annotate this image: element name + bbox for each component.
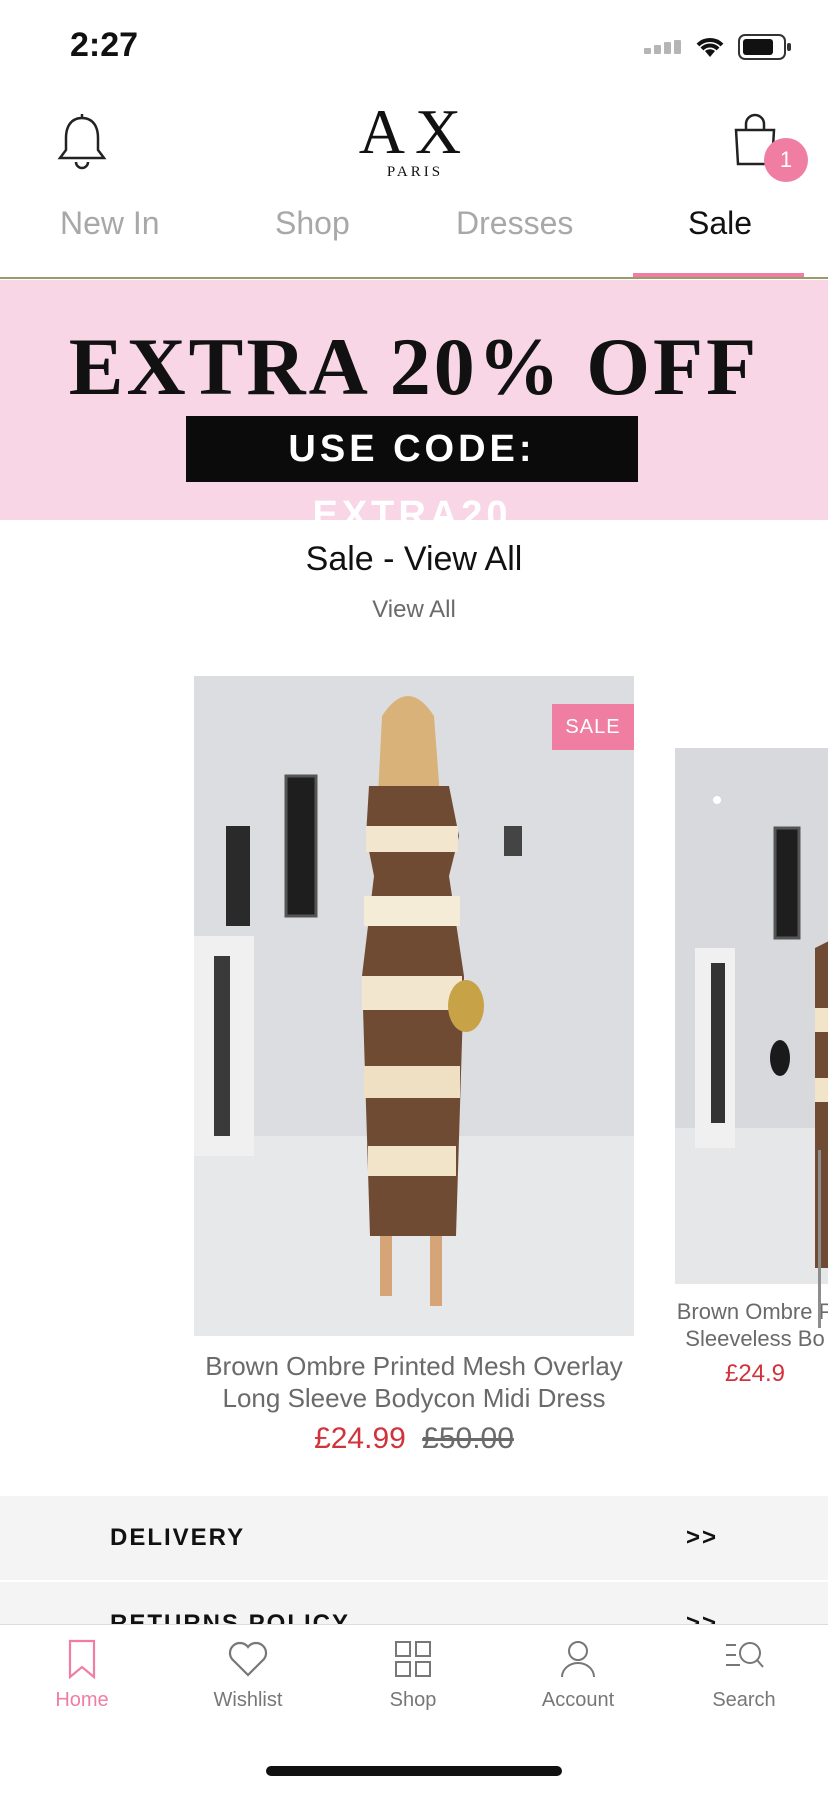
cart-count-badge: 1 (764, 138, 808, 182)
product-photo (194, 676, 634, 1336)
product-name-2[interactable]: Brown Ombre P Sleeveless Bo (675, 1298, 828, 1352)
active-tab-indicator (633, 273, 804, 277)
product-name-line-1: Brown Ombre Printed Mesh Overlay (205, 1351, 623, 1381)
home-indicator (266, 1766, 562, 1776)
promo-banner[interactable]: EXTRA 20% OFF USE CODE: EXTRA20 (0, 280, 828, 536)
status-icons (644, 34, 792, 60)
signal-icon (644, 40, 681, 54)
sale-badge: SALE (552, 704, 634, 750)
tab-new-in[interactable]: New In (60, 205, 160, 242)
nav-search[interactable]: Search (679, 1637, 809, 1712)
sale-price: £24.99 (314, 1422, 406, 1455)
tabs-divider (0, 277, 828, 279)
product-image-2[interactable] (675, 748, 828, 1284)
nav-wishlist[interactable]: Wishlist (183, 1637, 313, 1712)
product-price-2: £24.9 (724, 1360, 786, 1387)
wifi-icon (696, 38, 724, 57)
user-icon (561, 1641, 595, 1678)
logo-main: AX (358, 96, 472, 167)
section-title: Sale - View All (305, 540, 523, 578)
product-photo-2 (675, 748, 828, 1284)
tab-shop[interactable]: Shop (275, 205, 350, 242)
category-tabs: New In Shop Dresses Sale (0, 205, 828, 277)
promo-headline: EXTRA 20% OFF (68, 321, 760, 412)
product-price: £24.99 £50.00 (194, 1422, 634, 1456)
nav-shop-label: Shop (389, 1689, 437, 1711)
nav-account[interactable]: Account (513, 1637, 643, 1712)
tab-sale[interactable]: Sale (688, 205, 752, 242)
notifications-button[interactable] (56, 112, 108, 172)
product-name-line-2: Long Sleeve Bodycon Midi Dress (222, 1383, 606, 1413)
nav-search-label: Search (712, 1689, 776, 1711)
nav-home[interactable]: Home (17, 1637, 147, 1712)
search-list-icon (726, 1642, 764, 1668)
nav-wishlist-label: Wishlist (213, 1689, 283, 1711)
delivery-arrow: >> (685, 1524, 718, 1551)
nav-home-label: Home (55, 1689, 109, 1711)
promo-code: USE CODE: EXTRA20 (186, 416, 638, 536)
bookmark-icon (68, 1639, 96, 1680)
heart-icon (228, 1641, 268, 1677)
product-image[interactable] (194, 676, 634, 1336)
product-2-name-line-1: Brown Ombre P (676, 1299, 828, 1324)
bell-icon (57, 114, 107, 170)
original-price: £50.00 (422, 1422, 514, 1455)
carousel-edge-indicator (818, 1150, 821, 1328)
nav-account-label: Account (541, 1689, 615, 1711)
product-name[interactable]: Brown Ombre Printed Mesh Overlay Long Sl… (194, 1350, 634, 1414)
nav-shop[interactable]: Shop (348, 1637, 478, 1712)
battery-icon (738, 34, 791, 60)
product-2-name-line-2: Sleeveless Bo (685, 1326, 825, 1351)
view-all-link[interactable]: View All (0, 596, 828, 624)
status-time: 2:27 (70, 26, 139, 64)
grid-icon (395, 1641, 431, 1677)
delivery-label: DELIVERY (110, 1524, 246, 1551)
delivery-accordion[interactable]: DELIVERY >> (0, 1496, 828, 1580)
brand-logo[interactable]: AX PARIS (355, 100, 475, 181)
tab-dresses[interactable]: Dresses (456, 205, 573, 242)
